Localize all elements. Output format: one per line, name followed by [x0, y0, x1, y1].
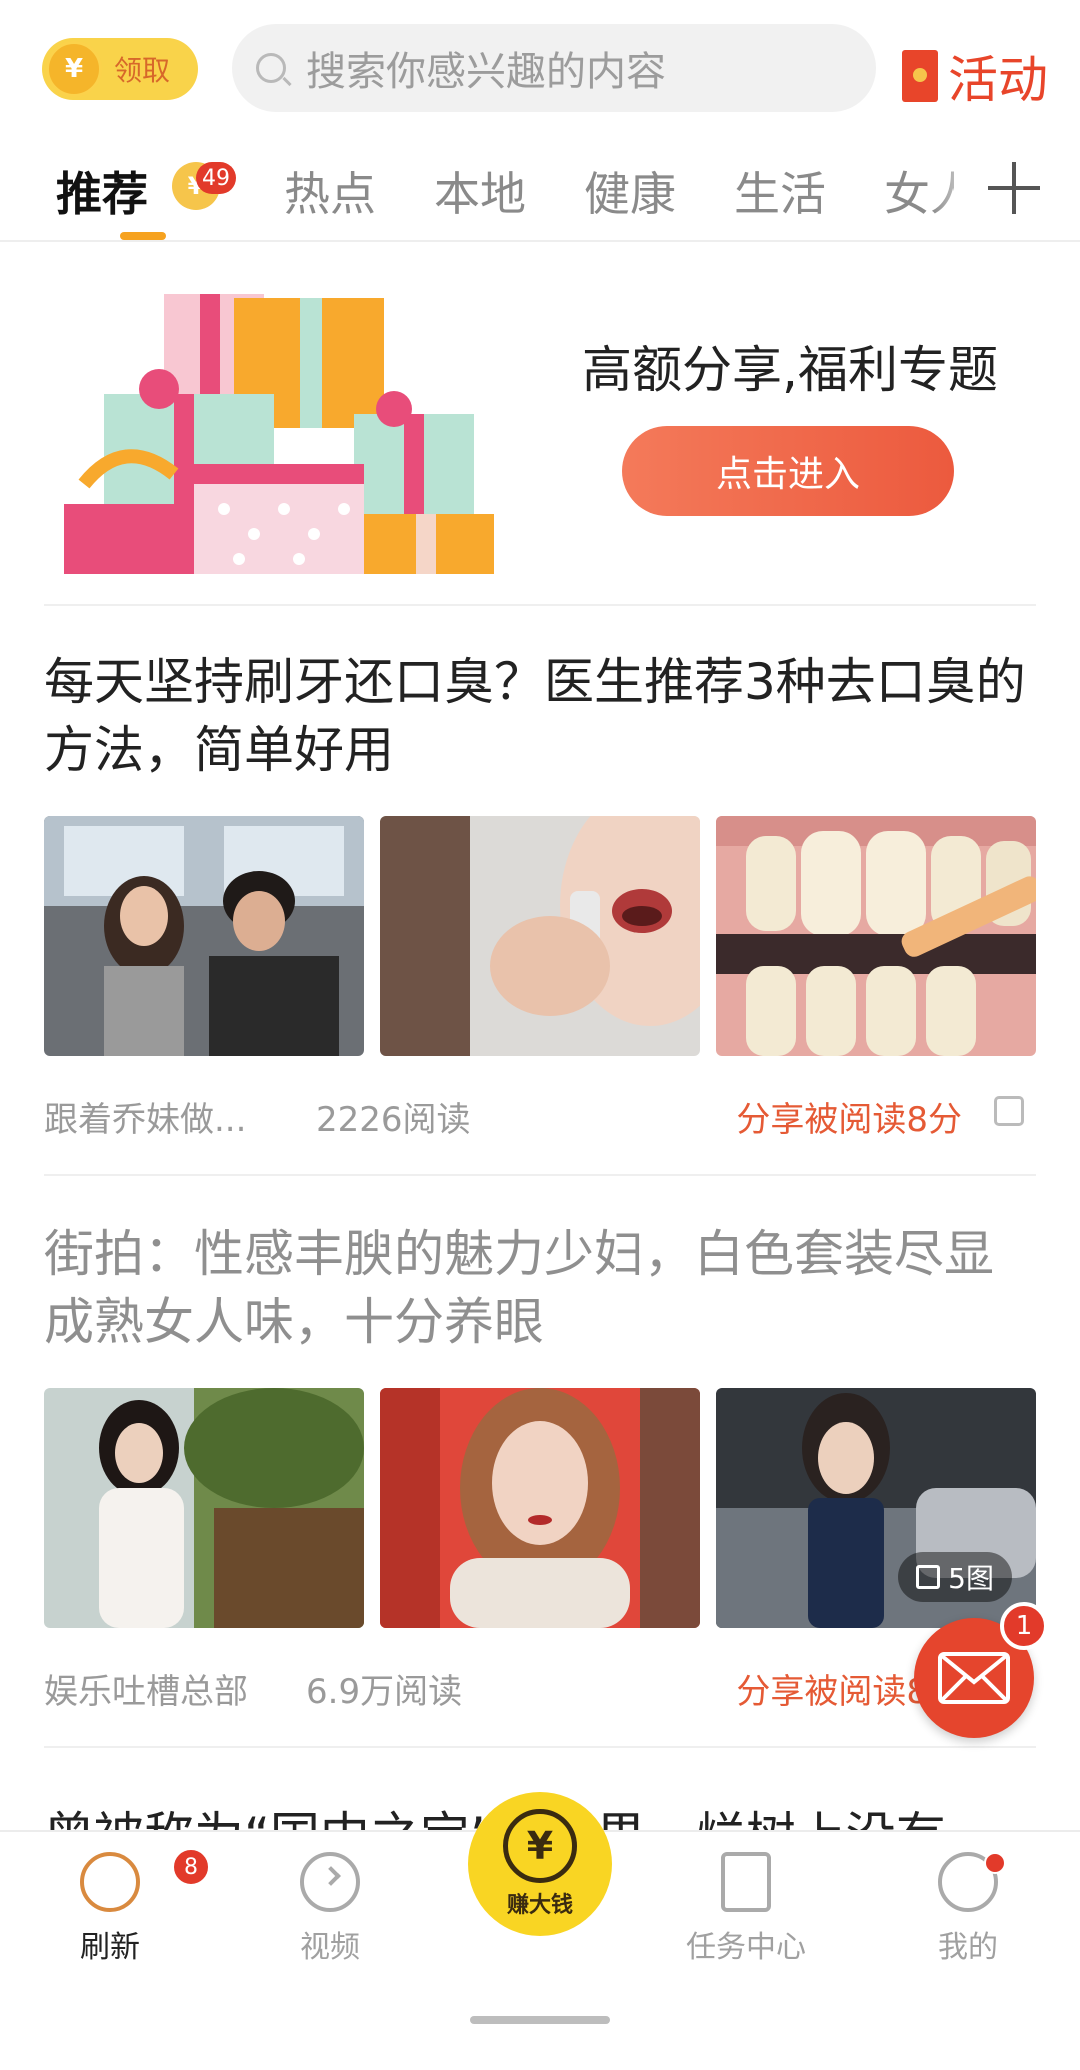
tab-hot[interactable]: 热点	[284, 158, 376, 224]
add-tab-icon[interactable]	[988, 162, 1040, 214]
home-indicator[interactable]	[470, 2016, 610, 2024]
refresh-icon: 8	[80, 1848, 210, 1912]
tab-local[interactable]: 本地	[434, 158, 526, 224]
article-reads: 2226阅读	[316, 1100, 471, 1140]
tab-recommend[interactable]: 推荐	[56, 158, 148, 224]
search-placeholder: 搜索你感兴趣的内容	[306, 49, 666, 95]
share-icon[interactable]	[994, 1096, 1024, 1126]
share-reward-text[interactable]: 分享被阅读8分	[736, 1092, 962, 1141]
task-list-icon	[721, 1852, 771, 1912]
search-input[interactable]: 搜索你感兴趣的内容	[232, 24, 876, 112]
nav-label: 刷新	[80, 1930, 140, 1965]
article-title[interactable]: 每天坚持刷牙还口臭？医生推荐3种去口臭的方法，简单好用	[44, 648, 1036, 784]
promo-banner[interactable]: 高额分享,福利专题 点击进入	[0, 270, 1080, 600]
article-source[interactable]: 娱乐吐槽总部	[44, 1664, 248, 1713]
tab-health[interactable]: 健康	[584, 158, 676, 224]
divider	[44, 1746, 1036, 1748]
refresh-badge: 8	[172, 1848, 210, 1886]
tab-coin-badge: 49	[196, 162, 236, 194]
nav-mine[interactable]: 我的	[888, 1852, 1048, 1966]
thumbnail-woman-white-dress[interactable]	[44, 1388, 364, 1628]
earn-label: 赚大钱	[506, 1893, 573, 1918]
couple-photo	[44, 816, 364, 1056]
nav-task-center[interactable]: 任务中心	[666, 1852, 826, 1966]
nav-label: 我的	[938, 1930, 998, 1965]
tab-life[interactable]: 生活	[734, 158, 826, 224]
coin-icon: ¥	[503, 1809, 577, 1883]
article-source[interactable]: 跟着乔妹做...	[44, 1092, 246, 1141]
thumbnail-woman-street[interactable]	[380, 1388, 700, 1628]
article-meta: 跟着乔妹做... 2226阅读 分享被阅读8分	[44, 1088, 1036, 1141]
nav-label: 视频	[300, 1930, 360, 1965]
thumbnail-woman-blue-dress[interactable]: 5图	[716, 1388, 1036, 1628]
image-count-label: 5图	[948, 1562, 994, 1595]
mouth-spray-photo	[380, 816, 700, 1056]
teeth-photo	[716, 816, 1036, 1056]
activity-label: 活动	[948, 51, 1048, 109]
woman-street-photo	[380, 1388, 700, 1628]
claim-reward-button[interactable]: ¥ 领取	[42, 38, 198, 100]
tab-fade	[930, 140, 990, 238]
category-tabs: 推荐 ¥ 49 热点 本地 健康 生活 女人	[0, 140, 1080, 242]
image-count-badge: 5图	[898, 1552, 1012, 1602]
nav-video[interactable]: 视频	[250, 1852, 410, 1966]
banner-title: 高额分享,福利专题	[582, 341, 998, 399]
nav-label: 任务中心	[686, 1930, 806, 1965]
nav-refresh[interactable]: 8 刷新	[30, 1848, 210, 1966]
search-icon	[256, 53, 286, 83]
earn-money-button[interactable]: ¥ 赚大钱	[468, 1792, 612, 1936]
article-thumbnails[interactable]	[44, 816, 1036, 1056]
article-reads: 6.9万阅读	[306, 1672, 463, 1712]
activity-button[interactable]: 活动	[902, 40, 1048, 112]
gift-boxes-illustration	[64, 294, 494, 574]
divider	[44, 604, 1036, 606]
images-icon	[916, 1565, 941, 1589]
article-title[interactable]: 街拍：性感丰腴的魅力少妇，白色套装尽显成熟女人味，十分养眼	[44, 1220, 1036, 1356]
claim-label: 领取	[114, 54, 171, 87]
mail-badge: 1	[1000, 1602, 1048, 1650]
thumbnail-couple[interactable]	[44, 816, 364, 1056]
notification-dot	[984, 1852, 1006, 1874]
divider	[44, 1174, 1036, 1176]
thumbnail-teeth[interactable]	[716, 816, 1036, 1056]
red-envelope-icon	[902, 50, 938, 102]
thumbnail-mouth-spray[interactable]	[380, 816, 700, 1056]
article-meta: 娱乐吐槽总部 6.9万阅读 分享被阅读8分	[44, 1660, 1036, 1713]
envelope-icon	[938, 1652, 1010, 1704]
header-bar: ¥ 领取 搜索你感兴趣的内容 活动	[0, 0, 1080, 135]
play-icon	[300, 1852, 360, 1912]
woman-white-dress-photo	[44, 1388, 364, 1628]
article-thumbnails[interactable]: 5图	[44, 1388, 1036, 1628]
active-tab-indicator	[120, 232, 166, 240]
enter-button[interactable]: 点击进入	[622, 426, 954, 516]
coin-icon: ¥	[46, 41, 102, 97]
